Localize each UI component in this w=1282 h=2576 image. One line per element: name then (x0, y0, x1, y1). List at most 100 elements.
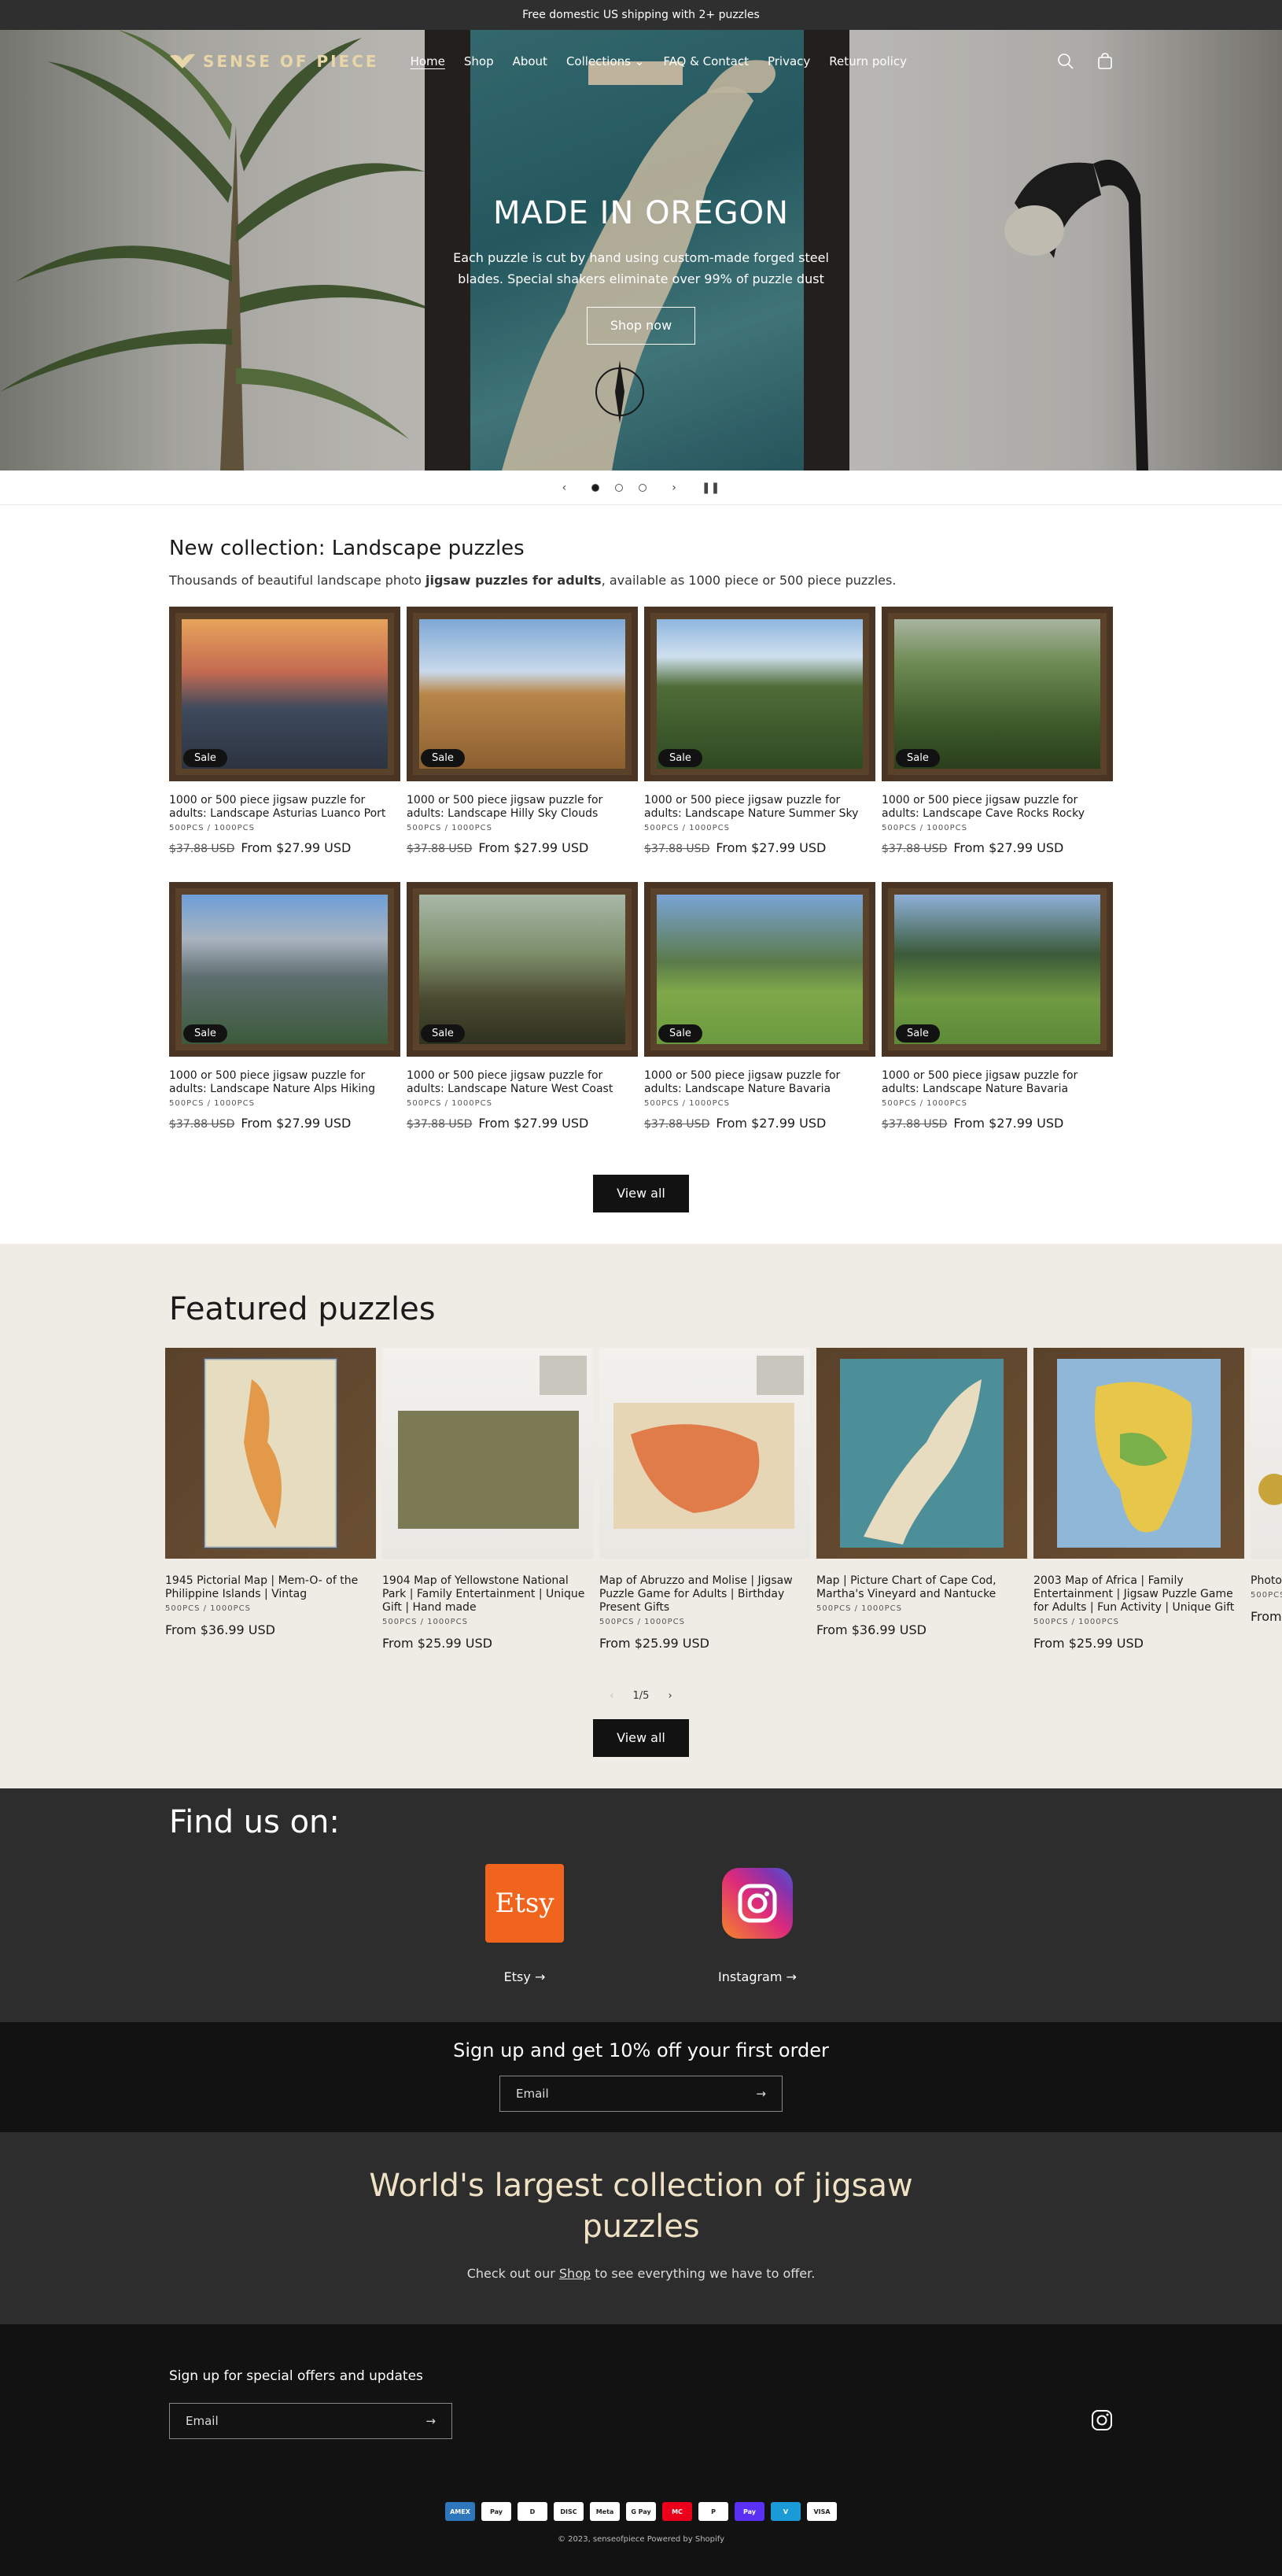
desc-bold: jigsaw puzzles for adults (425, 573, 602, 588)
product-card[interactable]: Sale 1000 or 500 piece jigsaw puzzle for… (407, 607, 638, 855)
product-card[interactable]: Sale 1000 or 500 piece jigsaw puzzle for… (407, 882, 638, 1131)
nav-shop[interactable]: Shop (464, 54, 494, 68)
nav-home[interactable]: Home (411, 54, 445, 68)
product-image[interactable]: Sale (407, 882, 638, 1057)
instagram-icon[interactable] (1091, 2409, 1113, 2431)
sale-price: From $27.99 USD (716, 840, 827, 855)
featured-title-text[interactable]: 2003 Map of Africa | Family Entertainmen… (1033, 1574, 1244, 1615)
featured-price: From $36.99 USD (165, 1622, 275, 1637)
product-image[interactable]: Sale (169, 882, 400, 1057)
featured-image[interactable] (1033, 1348, 1244, 1559)
featured-card[interactable]: Map | Picture Chart of Cape Cod, Martha'… (816, 1348, 1027, 1651)
footer-email-input[interactable]: Email → (169, 2403, 452, 2439)
product-card[interactable]: Sale 1000 or 500 piece jigsaw puzzle for… (169, 882, 400, 1131)
carousel-count: 1/5 (632, 1690, 650, 1702)
nav-about[interactable]: About (513, 54, 547, 68)
hero-text: Each puzzle is cut by hand using custom-… (453, 250, 829, 286)
largest-text-post: to see everything we have to offer. (591, 2266, 816, 2281)
featured-card[interactable]: 1945 Pictorial Map | Mem-O- of the Phili… (165, 1348, 376, 1651)
discount-email-input[interactable]: Email → (499, 2076, 783, 2112)
product-price: $37.88 USD From $27.99 USD (882, 1116, 1113, 1131)
old-price: $37.88 USD (407, 843, 473, 855)
product-image[interactable]: Sale (882, 607, 1113, 781)
product-image[interactable]: Sale (407, 607, 638, 781)
nav-privacy[interactable]: Privacy (768, 54, 810, 68)
find-us-section: Find us on: Etsy Etsy → Instagram → (0, 1788, 1282, 2022)
prev-slide-icon[interactable]: ‹ (562, 482, 567, 494)
product-title[interactable]: 1000 or 500 piece jigsaw puzzle for adul… (407, 794, 638, 821)
featured-card[interactable]: Map of Abruzzo and Molise | Jigsaw Puzzl… (599, 1348, 810, 1651)
featured-image[interactable] (599, 1348, 810, 1559)
footer-email-placeholder: Email (186, 2414, 219, 2428)
featured-title-text[interactable]: 1904 Map of Yellowstone National Park | … (382, 1574, 593, 1615)
product-title[interactable]: 1000 or 500 piece jigsaw puzzle for adul… (882, 794, 1113, 821)
featured-title-text[interactable]: 1945 Pictorial Map | Mem-O- of the Phili… (165, 1574, 376, 1601)
pause-icon[interactable]: ❚❚ (702, 482, 720, 494)
featured-card[interactable]: 1904 Map of Yellowstone National Park | … (382, 1348, 593, 1651)
featured-card[interactable]: 2003 Map of Africa | Family Entertainmen… (1033, 1348, 1244, 1651)
site-logo[interactable]: SENSE OF PIECE (168, 51, 379, 72)
product-image[interactable]: Sale (644, 882, 875, 1057)
product-title[interactable]: 1000 or 500 piece jigsaw puzzle for adul… (407, 1069, 638, 1096)
sale-badge: Sale (896, 1024, 940, 1043)
arrow-right-icon: → (786, 1969, 797, 1984)
product-title[interactable]: 1000 or 500 piece jigsaw puzzle for adul… (169, 794, 400, 821)
submit-arrow-icon[interactable]: → (425, 2414, 436, 2428)
view-all-featured-button[interactable]: View all (593, 1719, 689, 1757)
featured-title: Featured puzzles (169, 1291, 436, 1327)
product-price: $37.88 USD From $27.99 USD (644, 840, 875, 855)
next-slide-icon[interactable]: › (672, 482, 676, 494)
product-title[interactable]: 1000 or 500 piece jigsaw puzzle for adul… (644, 1069, 875, 1096)
payment-icon: AMEX (445, 2502, 475, 2521)
product-card[interactable]: Sale 1000 or 500 piece jigsaw puzzle for… (882, 607, 1113, 855)
submit-arrow-icon[interactable]: → (756, 2087, 766, 2101)
payment-icon: Meta (590, 2502, 620, 2521)
product-title[interactable]: 1000 or 500 piece jigsaw puzzle for adul… (882, 1069, 1113, 1096)
sale-price: From $27.99 USD (716, 1116, 827, 1131)
shop-now-button[interactable]: Shop now (587, 307, 695, 345)
product-price: $37.88 USD From $27.99 USD (407, 840, 638, 855)
desc-text-end: , available as 1000 piece or 500 piece p… (601, 573, 897, 588)
featured-image[interactable] (382, 1348, 593, 1559)
payment-icon: V (771, 2502, 801, 2521)
slide-dot-1[interactable] (591, 483, 600, 492)
nav-return-policy[interactable]: Return policy (829, 54, 907, 68)
featured-title-text[interactable]: Map of Abruzzo and Molise | Jigsaw Puzzl… (599, 1574, 810, 1615)
landscape-collection: New collection: Landscape puzzles Thousa… (169, 505, 1113, 1244)
carousel-next-icon[interactable]: › (668, 1690, 672, 1702)
etsy-text: Etsy (503, 1969, 531, 1984)
product-image[interactable]: Sale (169, 607, 400, 781)
product-photo (419, 895, 625, 1044)
product-variant: 500PCS / 1000PCS (882, 824, 967, 832)
sale-badge: Sale (183, 1024, 227, 1043)
carousel-prev-icon[interactable]: ‹ (610, 1690, 613, 1702)
slide-dot-3[interactable] (639, 483, 647, 492)
site-footer: Sign up for special offers and updates E… (0, 2324, 1282, 2576)
featured-image[interactable] (816, 1348, 1027, 1559)
nav-collections[interactable]: Collections ⌄ (566, 54, 644, 68)
search-icon[interactable] (1057, 53, 1074, 70)
slide-dot-2[interactable] (615, 483, 624, 492)
featured-image[interactable] (165, 1348, 376, 1559)
instagram-link[interactable]: Instagram → (718, 1864, 797, 1984)
featured-image[interactable] (1251, 1348, 1282, 1559)
etsy-link[interactable]: Etsy Etsy → (485, 1864, 564, 1984)
featured-title-text[interactable]: Photo Under Englan (1251, 1574, 1282, 1588)
product-card[interactable]: Sale 1000 or 500 piece jigsaw puzzle for… (882, 882, 1113, 1131)
product-image[interactable]: Sale (882, 882, 1113, 1057)
featured-title-text[interactable]: Map | Picture Chart of Cape Cod, Martha'… (816, 1574, 1027, 1601)
product-card[interactable]: Sale 1000 or 500 piece jigsaw puzzle for… (169, 607, 400, 855)
sale-price: From $27.99 USD (241, 1116, 352, 1131)
product-title[interactable]: 1000 or 500 piece jigsaw puzzle for adul… (644, 794, 875, 821)
product-variant: 500PCS / 1000PCS (169, 824, 255, 832)
featured-card[interactable]: Photo Under Englan 500PCS / 1000PCS From (1251, 1348, 1282, 1651)
view-all-landscape-button[interactable]: View all (593, 1175, 689, 1212)
shop-link[interactable]: Shop (559, 2266, 591, 2281)
product-card[interactable]: Sale 1000 or 500 piece jigsaw puzzle for… (644, 607, 875, 855)
announcement-bar: Free domestic US shipping with 2+ puzzle… (0, 0, 1282, 30)
product-image[interactable]: Sale (644, 607, 875, 781)
product-card[interactable]: Sale 1000 or 500 piece jigsaw puzzle for… (644, 882, 875, 1131)
cart-icon[interactable] (1096, 53, 1114, 70)
product-title[interactable]: 1000 or 500 piece jigsaw puzzle for adul… (169, 1069, 400, 1096)
nav-faq-contact[interactable]: FAQ & Contact (663, 54, 749, 68)
